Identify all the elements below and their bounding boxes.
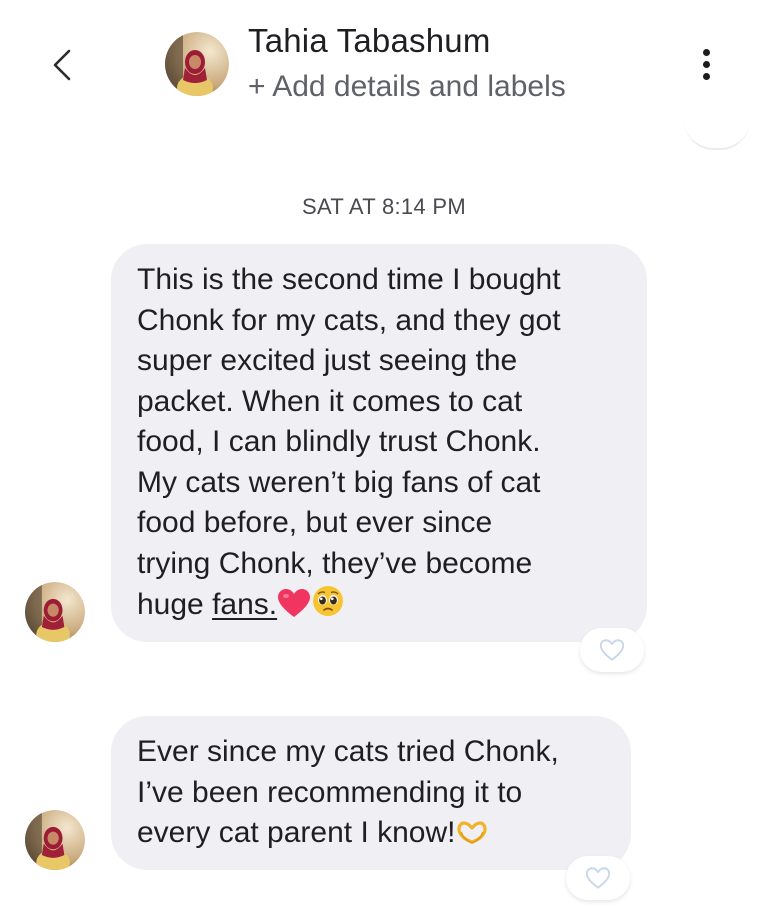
- message-line: trying Chonk, they’ve become: [137, 546, 533, 580]
- contact-name[interactable]: Tahia Tabashum: [248, 22, 491, 60]
- message-line: I’ve been recommending it to: [137, 775, 523, 809]
- heart-hands-emoji: [456, 817, 488, 858]
- message-line: Ever since my cats tried Chonk,: [137, 735, 559, 768]
- heart-outline-icon: [599, 639, 625, 661]
- chat-header: Tahia Tabashum + Add details and labels: [0, 0, 768, 150]
- react-button[interactable]: [566, 856, 630, 900]
- message-text: every cat parent I know!: [137, 816, 456, 849]
- more-options-button[interactable]: [686, 38, 726, 90]
- contact-avatar[interactable]: [165, 32, 229, 96]
- add-details-link[interactable]: + Add details and labels: [248, 70, 566, 104]
- message-line: food before, but ever since: [137, 506, 493, 539]
- more-vertical-icon-dot: [702, 60, 710, 68]
- heart-outline-icon: [585, 867, 611, 889]
- back-button[interactable]: [40, 40, 84, 90]
- message-line: food, I can blindly trust Chonk.: [137, 425, 541, 458]
- more-vertical-icon-dot: [702, 72, 710, 80]
- message-timestamp: SAT AT 8:14 PM: [302, 194, 466, 219]
- message-line: My cats weren’t big fans of cat: [137, 465, 541, 499]
- pleading-face-emoji: [311, 584, 345, 630]
- message-last-line: huge fans.: [137, 584, 621, 630]
- link-text: fans.: [212, 588, 278, 621]
- message-line: This is the second time I bought: [137, 263, 561, 296]
- heart-emoji: [277, 588, 311, 630]
- message-line: packet. When it comes to cat: [137, 384, 523, 418]
- message-bubble[interactable]: Ever since my cats tried Chonk, I’ve bee…: [111, 716, 631, 870]
- sender-avatar[interactable]: [25, 582, 85, 642]
- message-line: Chonk for my cats, and they got: [137, 303, 561, 337]
- sender-avatar[interactable]: [25, 810, 85, 870]
- message-line: super excited just seeing the: [137, 344, 518, 377]
- underlined-link-text[interactable]: fans.: [212, 586, 345, 621]
- more-vertical-icon: [702, 48, 710, 56]
- message-text: huge: [137, 588, 213, 621]
- message-bubble[interactable]: This is the second time I bought Chonk f…: [111, 244, 647, 642]
- chevron-left-icon: [53, 49, 71, 81]
- react-button[interactable]: [580, 628, 644, 672]
- header-divider: [684, 112, 750, 150]
- message-last-line: every cat parent I know!: [137, 813, 605, 858]
